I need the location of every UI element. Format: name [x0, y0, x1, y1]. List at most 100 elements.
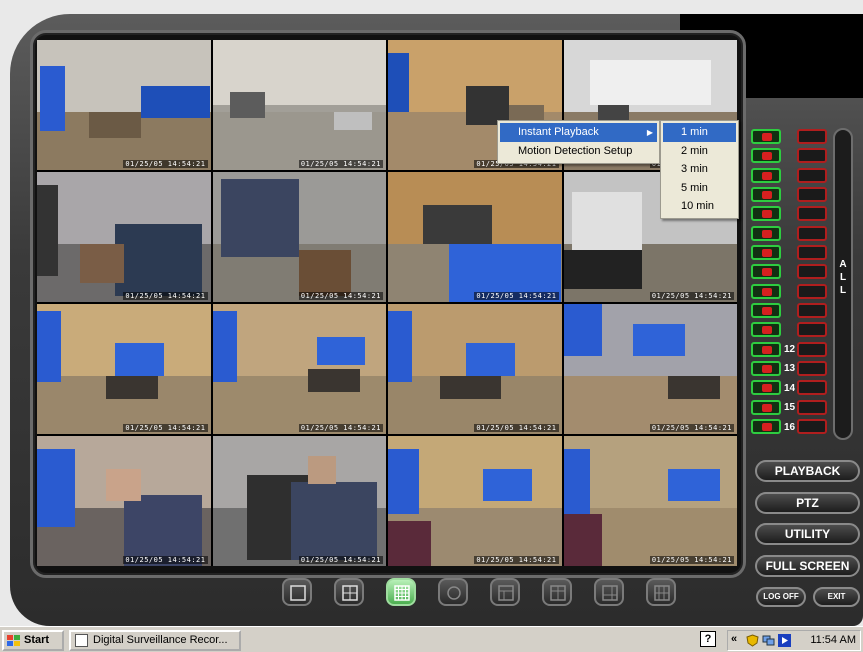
media-player-icon[interactable] — [778, 634, 791, 647]
camera-tile[interactable]: 01/25/05 14:54:21 — [37, 436, 211, 566]
layout-split-a-button[interactable] — [490, 578, 520, 606]
taskbar-window-button[interactable]: Digital Surveillance Recor... — [69, 630, 241, 651]
submenu-item-10-min[interactable]: 10 min — [663, 197, 736, 216]
menu-item-label: Instant Playback — [518, 126, 599, 138]
layout-quad-button[interactable] — [334, 578, 364, 606]
context-menu: Instant Playback ▶ Motion Detection Setu… — [497, 120, 660, 164]
camera-tile[interactable]: 01/25/05 14:54:21 — [563, 304, 737, 434]
channel-status-light[interactable] — [751, 361, 781, 377]
camera-feed-object — [589, 59, 711, 105]
channel-status-light[interactable] — [751, 283, 781, 299]
camera-tile[interactable]: 01/25/05 14:54:21 — [388, 436, 562, 566]
channel-select-button[interactable] — [797, 322, 827, 338]
camera-feed-object — [422, 204, 493, 244]
channel-status-light[interactable] — [751, 167, 781, 183]
channel-select-button[interactable] — [797, 206, 827, 222]
camera-tile[interactable]: 01/25/05 14:54:21 — [212, 436, 386, 566]
camera-feed-object — [388, 449, 420, 514]
channel-select-button[interactable] — [797, 303, 827, 319]
channel-select-button[interactable] — [797, 341, 827, 357]
camera-feed-object — [115, 343, 164, 376]
channel-status-light[interactable] — [751, 225, 781, 241]
camera-tile[interactable]: 01/25/05 14:54:21 — [37, 172, 211, 302]
network-icon[interactable] — [762, 634, 775, 647]
channel-select-button[interactable] — [797, 419, 827, 435]
camera-feed-object — [106, 375, 159, 399]
menu-item-instant-playback[interactable]: Instant Playback ▶ — [500, 123, 657, 142]
channel-select-button[interactable] — [797, 399, 827, 415]
camera-feed-object — [115, 224, 202, 296]
taskbar: Start Digital Surveillance Recor... « 11… — [0, 626, 863, 652]
camera-tile[interactable]: 01/25/05 14:54:21 — [388, 304, 562, 434]
channel-select-button[interactable] — [797, 187, 827, 203]
channel-select-button[interactable] — [797, 167, 827, 183]
windows-logo-icon — [7, 635, 20, 646]
channel-select-column — [797, 129, 827, 439]
submenu-item-1-min[interactable]: 1 min — [663, 123, 736, 142]
channel-status-light[interactable] — [751, 399, 781, 415]
camera-tile[interactable]: 01/25/05 14:54:21 — [37, 40, 211, 170]
utility-button[interactable]: UTILITY — [755, 523, 860, 545]
channel-status-light[interactable] — [751, 129, 781, 144]
camera-tile[interactable]: 01/25/05 14:54:21 — [212, 172, 386, 302]
channel-number: 13 — [784, 363, 796, 374]
channel-status-light[interactable] — [751, 148, 781, 164]
menu-item-motion-detection-setup[interactable]: Motion Detection Setup — [500, 142, 657, 161]
camera-tile[interactable]: 01/25/05 14:54:21 — [212, 40, 386, 170]
channel-status-light[interactable] — [751, 419, 781, 435]
camera-feed-object — [563, 304, 602, 356]
camera-timestamp: 01/25/05 14:54:21 — [123, 292, 208, 300]
help-icon[interactable]: ? — [700, 631, 716, 647]
camera-tile[interactable]: 01/25/05 14:54:21 — [563, 436, 737, 566]
log-off-button[interactable]: LOG OFF — [756, 587, 806, 607]
ptz-button[interactable]: PTZ — [755, 492, 860, 514]
channel-status-light[interactable] — [751, 264, 781, 280]
channel-status-light[interactable] — [751, 303, 781, 319]
layout-sixteen-button[interactable] — [386, 578, 416, 606]
submenu-item-2-min[interactable]: 2 min — [663, 142, 736, 161]
split-view-icon — [550, 585, 566, 601]
channel-status-light[interactable] — [751, 380, 781, 396]
channel-select-button[interactable] — [797, 225, 827, 241]
submenu-item-5-min[interactable]: 5 min — [663, 179, 736, 198]
sixteen-view-icon — [394, 585, 410, 601]
camera-feed-object — [333, 111, 373, 130]
start-button[interactable]: Start — [2, 630, 64, 651]
channel-status-light[interactable] — [751, 245, 781, 261]
camera-feed-object — [221, 178, 300, 257]
layout-split-d-button[interactable] — [646, 578, 676, 606]
channel-select-button[interactable] — [797, 129, 827, 144]
channel-status-light[interactable] — [751, 187, 781, 203]
channel-status-light[interactable] — [751, 206, 781, 222]
channel-select-button[interactable] — [797, 264, 827, 280]
clock[interactable]: 11:54 AM — [810, 634, 856, 646]
channel-select-button[interactable] — [797, 283, 827, 299]
channel-select-button[interactable] — [797, 148, 827, 164]
camera-feed-object — [563, 250, 642, 289]
full-screen-button[interactable]: FULL SCREEN — [755, 555, 860, 577]
camera-tile[interactable]: 01/25/05 14:54:21 — [37, 304, 211, 434]
exit-button[interactable]: EXIT — [813, 587, 860, 607]
layout-camera-button[interactable] — [438, 578, 468, 606]
layout-split-b-button[interactable] — [542, 578, 572, 606]
playback-button[interactable]: PLAYBACK — [755, 460, 860, 482]
instant-playback-submenu: 1 min 2 min 3 min 5 min 10 min — [660, 120, 739, 219]
layout-split-c-button[interactable] — [594, 578, 624, 606]
submenu-item-3-min[interactable]: 3 min — [663, 160, 736, 179]
security-shield-icon[interactable] — [746, 634, 759, 647]
camera-feed-object — [483, 468, 532, 501]
camera-feed-object — [563, 514, 602, 566]
channel-number: 15 — [784, 402, 796, 413]
channel-select-button[interactable] — [797, 380, 827, 396]
camera-feed-object — [632, 323, 685, 356]
tray-expand-icon[interactable]: « — [731, 633, 737, 645]
camera-tile[interactable]: 01/25/05 14:54:21 — [388, 172, 562, 302]
channel-status-light[interactable] — [751, 322, 781, 338]
channel-status-light[interactable] — [751, 341, 781, 357]
layout-single-button[interactable] — [282, 578, 312, 606]
camera-timestamp: 01/25/05 14:54:21 — [298, 292, 383, 300]
desktop: 01/25/05 14:54:21 01/25/05 14:54:21 01/25/… — [0, 0, 863, 652]
camera-tile[interactable]: 01/25/05 14:54:21 — [212, 304, 386, 434]
channel-select-button[interactable] — [797, 245, 827, 261]
channel-select-button[interactable] — [797, 361, 827, 377]
